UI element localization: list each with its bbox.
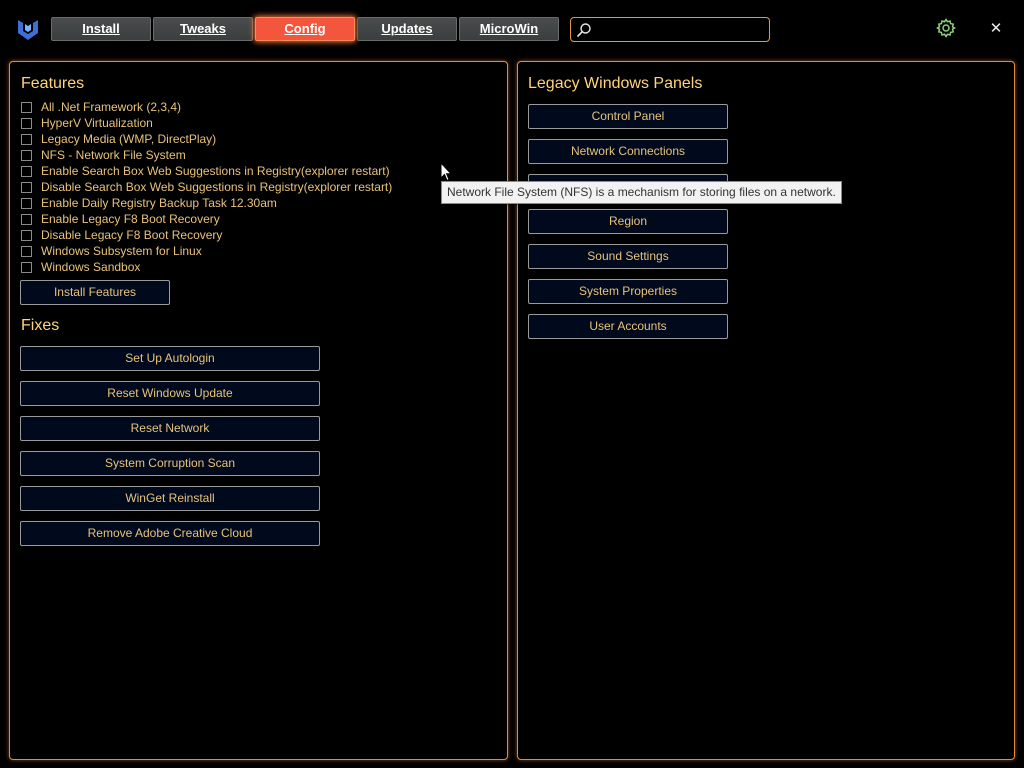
system-properties-button[interactable]: System Properties	[528, 279, 728, 304]
feature-item[interactable]: NFS - Network File System	[21, 147, 186, 163]
feature-item[interactable]: Enable Search Box Web Suggestions in Reg…	[21, 163, 390, 179]
feature-item[interactable]: Windows Subsystem for Linux	[21, 243, 202, 259]
feature-label: Disable Search Box Web Suggestions in Re…	[41, 180, 393, 194]
feature-label: Windows Sandbox	[41, 260, 141, 274]
tab-tweaks[interactable]: Tweaks	[153, 17, 253, 41]
fixes-title: Fixes	[21, 317, 60, 334]
app-logo-icon	[18, 20, 38, 40]
right-panel: Legacy Windows Panels Control Panel Netw…	[517, 61, 1015, 760]
mouse-cursor-icon	[440, 162, 452, 182]
app-window: Install Tweaks Config Updates MicroWin ✕…	[0, 0, 1024, 768]
network-connections-button[interactable]: Network Connections	[528, 139, 728, 164]
install-features-button[interactable]: Install Features	[20, 280, 170, 305]
checkbox[interactable]	[21, 245, 32, 257]
checkbox[interactable]	[21, 149, 32, 161]
gear-icon[interactable]	[936, 18, 956, 38]
feature-item[interactable]: All .Net Framework (2,3,4)	[21, 99, 181, 115]
reset-windows-update-button[interactable]: Reset Windows Update	[20, 381, 320, 406]
checkbox[interactable]	[21, 197, 32, 209]
feature-label: Enable Search Box Web Suggestions in Reg…	[41, 164, 390, 178]
checkbox[interactable]	[21, 117, 32, 129]
feature-item[interactable]: Windows Sandbox	[21, 259, 140, 275]
feature-item[interactable]: Disable Search Box Web Suggestions in Re…	[21, 179, 392, 195]
feature-item[interactable]: Enable Legacy F8 Boot Recovery	[21, 211, 220, 227]
search-box[interactable]	[570, 17, 770, 42]
feature-label: All .Net Framework (2,3,4)	[41, 100, 182, 114]
legacy-panels-title: Legacy Windows Panels	[528, 75, 703, 92]
checkbox[interactable]	[21, 133, 32, 145]
features-title: Features	[21, 75, 85, 92]
feature-item[interactable]: HyperV Virtualization	[21, 115, 153, 131]
set-up-autologin-button[interactable]: Set Up Autologin	[20, 346, 320, 371]
tab-updates[interactable]: Updates	[357, 17, 457, 41]
winget-reinstall-button[interactable]: WinGet Reinstall	[20, 486, 320, 511]
reset-network-button[interactable]: Reset Network	[20, 416, 320, 441]
feature-label: Enable Daily Registry Backup Task 12.30a…	[41, 196, 277, 210]
feature-item[interactable]: Disable Legacy F8 Boot Recovery	[21, 227, 222, 243]
feature-label: Disable Legacy F8 Boot Recovery	[41, 228, 223, 242]
left-panel: Features All .Net Framework (2,3,4) Hype…	[9, 61, 508, 760]
search-icon	[576, 23, 591, 38]
search-input[interactable]	[595, 20, 767, 41]
remove-adobe-cc-button[interactable]: Remove Adobe Creative Cloud	[20, 521, 320, 546]
checkbox[interactable]	[21, 261, 32, 273]
checkbox[interactable]	[21, 165, 32, 177]
tab-microwin[interactable]: MicroWin	[459, 17, 559, 41]
feature-label: Legacy Media (WMP, DirectPlay)	[41, 132, 217, 146]
feature-label: Enable Legacy F8 Boot Recovery	[41, 212, 220, 226]
checkbox[interactable]	[21, 101, 32, 113]
sound-settings-button[interactable]: Sound Settings	[528, 244, 728, 269]
feature-label: HyperV Virtualization	[41, 116, 153, 130]
user-accounts-button[interactable]: User Accounts	[528, 314, 728, 339]
tab-config[interactable]: Config	[255, 17, 355, 41]
feature-item[interactable]: Enable Daily Registry Backup Task 12.30a…	[21, 195, 277, 211]
feature-item[interactable]: Legacy Media (WMP, DirectPlay)	[21, 131, 216, 147]
region-button[interactable]: Region	[528, 209, 728, 234]
control-panel-button[interactable]: Control Panel	[528, 104, 728, 129]
feature-label: Windows Subsystem for Linux	[41, 244, 202, 258]
feature-label: NFS - Network File System	[41, 148, 186, 162]
nfs-tooltip: Network File System (NFS) is a mechanism…	[441, 181, 842, 204]
tab-install[interactable]: Install	[51, 17, 151, 41]
checkbox[interactable]	[21, 181, 32, 193]
system-corruption-scan-button[interactable]: System Corruption Scan	[20, 451, 320, 476]
close-icon[interactable]: ✕	[988, 18, 1004, 38]
checkbox[interactable]	[21, 229, 32, 241]
checkbox[interactable]	[21, 213, 32, 225]
